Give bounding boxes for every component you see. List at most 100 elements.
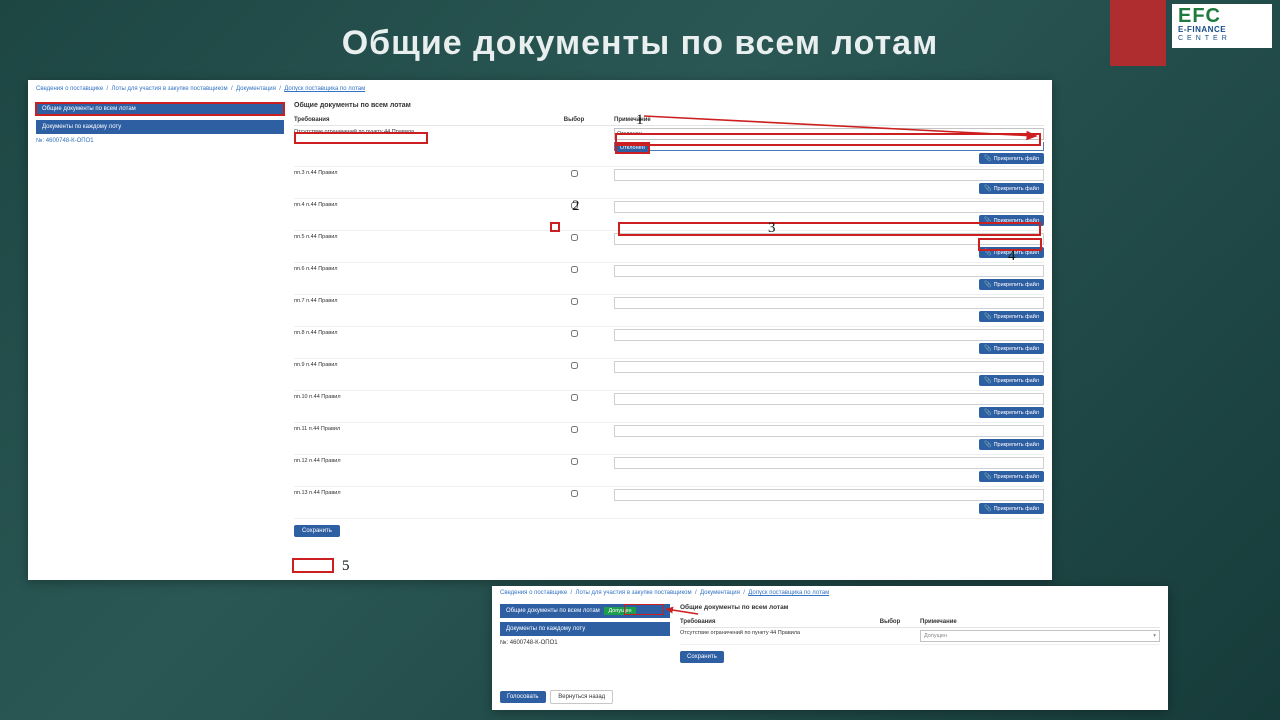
attach-file-button[interactable]: 📎Прикрепить файл — [979, 183, 1044, 194]
note-input[interactable] — [614, 233, 1044, 245]
note-input[interactable] — [614, 169, 1044, 181]
status-dropdown: Отклонен Допущен — [614, 142, 1044, 151]
sel-cell — [534, 329, 614, 339]
row-checkbox[interactable] — [571, 458, 578, 465]
content-area-small: Общие документы по всем лотам Требования… — [680, 604, 1160, 663]
status-select[interactable]: Отклонен ▾ — [614, 128, 1044, 140]
note-input[interactable] — [614, 425, 1044, 437]
paperclip-icon: 📎 — [984, 217, 991, 224]
row-checkbox[interactable] — [571, 266, 578, 273]
paperclip-icon: 📎 — [984, 377, 991, 384]
paperclip-icon: 📎 — [984, 155, 991, 162]
absence-text: Отсутствие ограничений по пункту 44 Прав… — [294, 128, 534, 135]
table-row: пп.13 п.44 Правил 📎Прикрепить файл — [294, 487, 1044, 519]
table-row: пп.7 п.44 Правил📎Прикрепить файл — [294, 295, 1044, 327]
row-checkbox[interactable] — [571, 330, 578, 337]
note-input[interactable] — [614, 393, 1044, 405]
crumb[interactable]: Документация — [700, 590, 740, 596]
attach-file-button[interactable]: 📎Прикрепить файл — [979, 375, 1044, 386]
status-select-small[interactable]: Допущен ▾ — [920, 630, 1160, 642]
lot-code: №: 4600748-К-ОПО1 — [36, 138, 284, 144]
req-text: пп.3 п.44 Правил — [294, 169, 534, 176]
req-text: пп.13 п.44 Правил — [294, 489, 534, 496]
table-row: пп.11 п.44 Правил📎Прикрепить файл — [294, 423, 1044, 455]
table-row: пп.4 п.44 Правил📎Прикрепить файл — [294, 199, 1044, 231]
vote-button[interactable]: Голосовать — [500, 691, 546, 703]
slide-title: Общие документы по всем лотам — [0, 24, 1280, 63]
tab-each-lot-small[interactable]: Документы по каждому лоту — [500, 622, 670, 636]
note-input[interactable] — [614, 361, 1044, 373]
attach-file-button[interactable]: 📎Прикрепить файл — [979, 503, 1044, 514]
attach-file-button[interactable]: 📎Прикрепить файл — [979, 439, 1044, 450]
row-checkbox[interactable] — [571, 234, 578, 241]
paperclip-icon: 📎 — [984, 473, 991, 480]
tab-each-lot[interactable]: Документы по каждому лоту — [36, 120, 284, 134]
crumb[interactable]: Документация — [236, 86, 276, 92]
attach-file-button[interactable]: 📎Прикрепить файл — [979, 153, 1044, 164]
header-note: Примечание — [614, 117, 1044, 123]
header-sel: Выбор — [860, 619, 920, 625]
breadcrumb-small: Сведения о поставщике / Лоты для участия… — [500, 590, 1160, 596]
back-button[interactable]: Вернуться назад — [550, 690, 613, 704]
note-input[interactable] — [614, 297, 1044, 309]
lot-code-small: №: 4600748-К-ОПО1 — [500, 640, 670, 646]
status-badge-allowed: Допущен — [604, 607, 635, 615]
attach-file-button[interactable]: 📎Прикрепить файл — [979, 407, 1044, 418]
attach-file-button[interactable]: 📎Прикрепить файл — [979, 311, 1044, 322]
note-input[interactable] — [614, 201, 1044, 213]
crumb-current: Допуск поставщика по лотам — [284, 86, 365, 92]
annotation-3: 3 — [768, 220, 776, 237]
header-req: Требования — [680, 619, 860, 625]
table-header: Требования Выбор Примечание — [294, 117, 1044, 126]
note-input[interactable] — [614, 489, 1044, 501]
dropdown-option[interactable]: Допущен — [615, 142, 1043, 150]
row-checkbox[interactable] — [571, 426, 578, 433]
attach-label: Прикрепить файл — [994, 186, 1039, 192]
tab-all-lots[interactable]: Общие документы по всем лотам — [36, 102, 284, 116]
req-text: пп.10 п.44 Правил — [294, 393, 534, 400]
row-checkbox[interactable] — [571, 490, 578, 497]
paperclip-icon: 📎 — [984, 505, 991, 512]
attach-label: Прикрепить файл — [994, 410, 1039, 416]
crumb[interactable]: Лоты для участия в закупке поставщиком — [576, 590, 692, 596]
breadcrumb: Сведения о поставщике / Лоты для участия… — [36, 86, 1044, 92]
accent-bar — [1110, 0, 1166, 66]
paperclip-icon: 📎 — [984, 345, 991, 352]
attach-file-button[interactable]: 📎Прикрепить файл — [979, 471, 1044, 482]
logo-big: EFC — [1178, 6, 1266, 26]
select-value: Допущен — [924, 633, 947, 639]
code-value: 4600748-К-ОПО1 — [510, 640, 558, 646]
header-sel: Выбор — [534, 117, 614, 123]
row-checkbox[interactable] — [571, 394, 578, 401]
small-screenshot-panel: Сведения о поставщике / Лоты для участия… — [492, 586, 1168, 710]
header-req: Требования — [294, 117, 534, 123]
table-row: пп.8 п.44 Правил📎Прикрепить файл — [294, 327, 1044, 359]
crumb[interactable]: Сведения о поставщике — [36, 86, 103, 92]
note-input[interactable] — [614, 265, 1044, 277]
attach-label: Прикрепить файл — [994, 474, 1039, 480]
save-button[interactable]: Сохранить — [294, 525, 340, 537]
sel-cell — [534, 457, 614, 467]
row-checkbox[interactable] — [571, 298, 578, 305]
note-input[interactable] — [614, 329, 1044, 341]
crumb[interactable]: Лоты для участия в закупке поставщиком — [112, 86, 228, 92]
chevron-down-icon: ▾ — [1038, 131, 1041, 138]
annotation-5: 5 — [342, 558, 350, 575]
code-label: №: — [500, 640, 508, 646]
note-input[interactable] — [614, 457, 1044, 469]
main-screenshot-panel: Сведения о поставщике / Лоты для участия… — [28, 80, 1052, 580]
back-label: Вернуться назад — [558, 694, 605, 700]
row-checkbox[interactable] — [571, 170, 578, 177]
attach-file-button[interactable]: 📎Прикрепить файл — [979, 279, 1044, 290]
section-title: Общие документы по всем лотам — [294, 102, 1044, 109]
row-checkbox[interactable] — [571, 362, 578, 369]
table-row: пп.12 п.44 Правил📎Прикрепить файл — [294, 455, 1044, 487]
attach-file-button[interactable]: 📎Прикрепить файл — [979, 215, 1044, 226]
save-button-small[interactable]: Сохранить — [680, 651, 724, 663]
paperclip-icon: 📎 — [984, 313, 991, 320]
sel-cell — [534, 393, 614, 403]
sel-cell — [534, 489, 614, 499]
crumb[interactable]: Сведения о поставщике — [500, 590, 567, 596]
tab-all-lots-small[interactable]: Общие документы по всем лотам Допущен — [500, 604, 670, 618]
attach-file-button[interactable]: 📎Прикрепить файл — [979, 343, 1044, 354]
